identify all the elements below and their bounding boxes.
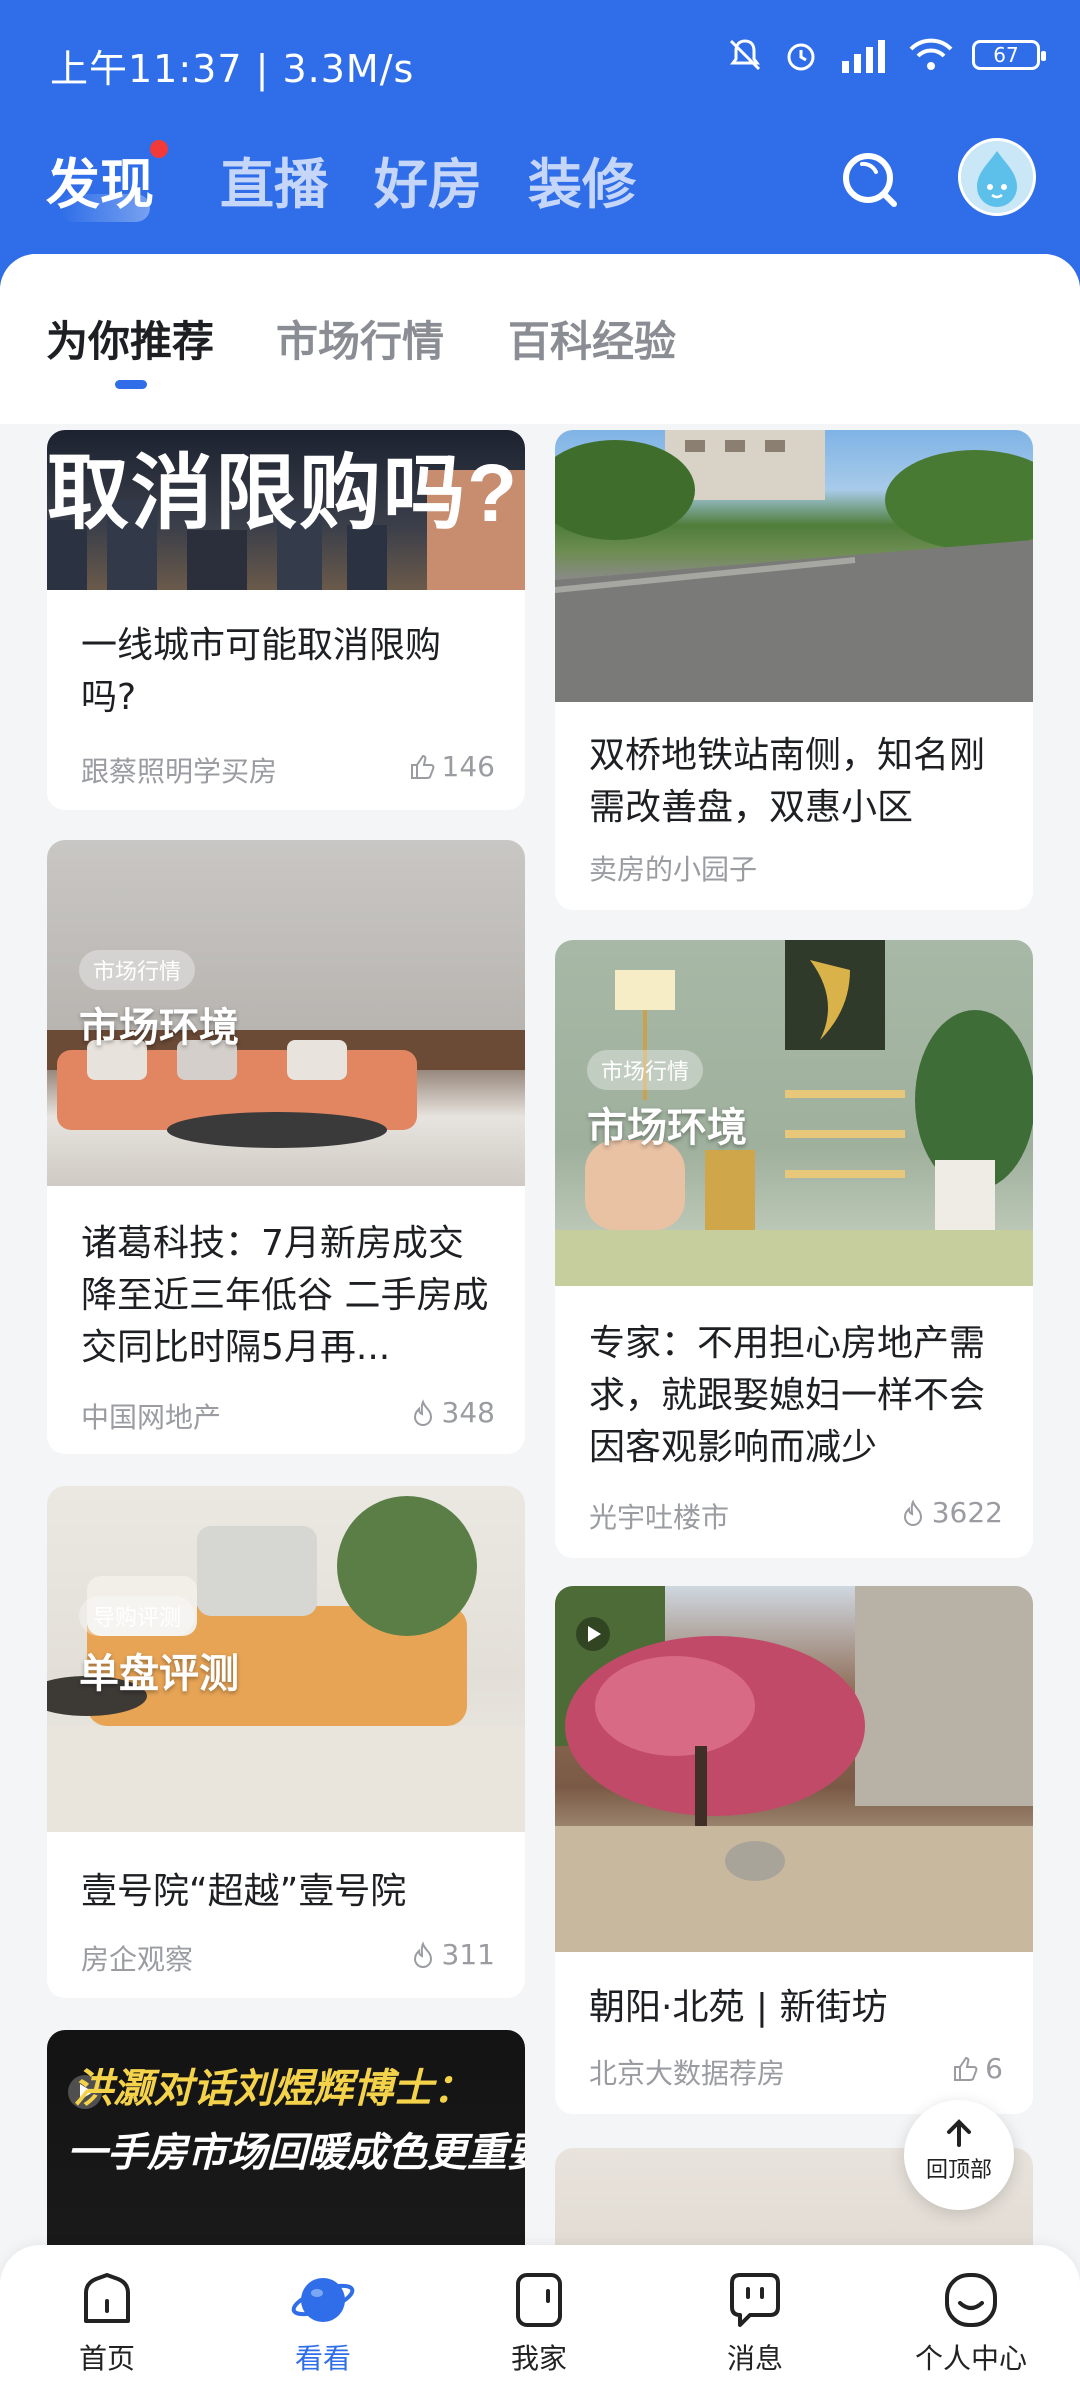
sub-tab-bar: 为你推荐 市场行情 百科经验	[0, 254, 1080, 424]
tab-discover[interactable]: 发现	[46, 140, 154, 219]
card-title: 双桥地铁站南侧，知名刚需改善盘，双惠小区	[589, 735, 986, 828]
card-title: 一线城市可能取消限购吗?	[81, 625, 442, 718]
card-source: 光宇吐楼市	[589, 1501, 730, 1534]
nav-messages[interactable]: 消息	[680, 2271, 830, 2377]
smile-face-icon	[945, 2273, 997, 2327]
card-image	[555, 1586, 1033, 1952]
mute-bell-icon	[729, 39, 761, 71]
nav-profile-label: 个人中心	[914, 2342, 1027, 2375]
card-likes: 3622	[900, 1496, 1003, 1529]
tab-live[interactable]: 直播	[220, 140, 328, 219]
thumb-up-icon	[410, 754, 434, 779]
likes-count: 348	[441, 1396, 495, 1429]
search-icon[interactable]	[838, 148, 904, 214]
video-play-icon	[576, 1617, 610, 1651]
nav-watch-label: 看看	[294, 2342, 351, 2375]
door-icon	[516, 2273, 562, 2327]
card-image: 市场行情 市场环境	[555, 940, 1033, 1286]
chat-bubble-icon	[730, 2273, 780, 2327]
image-headline: 取消限购吗?	[47, 448, 520, 539]
feed-card[interactable]: 朝阳·北苑 | 新街坊 北京大数据荐房 6	[555, 1586, 1033, 2114]
nav-profile[interactable]: 个人中心	[896, 2271, 1046, 2377]
flame-icon	[413, 1398, 432, 1426]
avatar[interactable]	[958, 138, 1036, 216]
card-source: 跟蔡照明学买房	[81, 755, 278, 788]
likes-count: 3622	[931, 1496, 1003, 1529]
nav-my-home-label: 我家	[510, 2342, 567, 2375]
card-likes: 146	[408, 750, 495, 783]
signal-icon	[842, 40, 885, 73]
category-tag: 市场行情	[79, 950, 196, 990]
wifi-icon	[909, 38, 953, 70]
mascot-icon	[961, 141, 1033, 213]
sub-tab-recommend[interactable]: 为你推荐	[46, 308, 214, 369]
likes-count: 146	[441, 750, 495, 783]
card-title: 专家：不用担心房地产需求，就跟娶媳妇一样不会因客观影响而减少	[589, 1323, 986, 1468]
content-sheet: 为你推荐 市场行情 百科经验 取消限购吗? 一线城市可能取消限购吗? 跟蔡照明学…	[0, 254, 1080, 2400]
blossom-tree-photo	[555, 1586, 1033, 1952]
category-title: 市场环境	[79, 1005, 239, 1051]
category-title: 单盘评测	[79, 1651, 239, 1697]
card-title: 朝阳·北苑 | 新街坊	[589, 1987, 888, 2028]
feed-card[interactable]: 双桥地铁站南侧，知名刚需改善盘，双惠小区 卖房的小园子	[555, 430, 1033, 910]
card-image: 导购评测 单盘评测	[47, 1486, 525, 1832]
thumb-up-icon	[954, 2056, 978, 2081]
flame-icon	[903, 1498, 922, 1526]
back-to-top-button[interactable]: 回顶部	[904, 2100, 1014, 2210]
notification-dot	[150, 140, 168, 158]
nav-home-label: 首页	[78, 2342, 135, 2375]
nav-watch[interactable]: 看看	[248, 2271, 398, 2377]
street-photo	[555, 430, 1033, 702]
alarm-icon	[787, 43, 815, 71]
nav-my-home[interactable]: 我家	[464, 2271, 614, 2377]
category-tag: 导购评测	[79, 1596, 196, 1636]
card-source: 房企观察	[81, 1943, 194, 1976]
category-tag: 市场行情	[587, 1050, 704, 1090]
card-likes: 6	[951, 2052, 1003, 2085]
back-to-top-label: 回顶部	[925, 2158, 992, 2183]
home-icon	[84, 2273, 130, 2323]
feed-card[interactable]: 导购评测 单盘评测 壹号院“超越”壹号院 房企观察 311	[47, 1486, 525, 1998]
card-image: 市场行情 市场环境	[47, 840, 525, 1186]
status-bar: 上午11:37 | 3.3M/s 67	[0, 0, 1080, 125]
video-headline-line1: 洪灏对话刘煜辉博士：	[73, 2066, 473, 2112]
bottom-nav: 首页 看看 我家 消息 个人中心	[0, 2245, 1080, 2400]
card-likes: 311	[410, 1938, 495, 1971]
arrow-up-icon	[947, 2119, 971, 2147]
planet-icon	[291, 2278, 355, 2322]
card-title: 诸葛科技：7月新房成交降至近三年低谷 二手房成交同比时隔5月再...	[81, 1223, 489, 1368]
card-image: 取消限购吗?	[47, 430, 525, 590]
status-time: 上午11:37 | 3.3M/s	[50, 47, 415, 91]
category-title: 市场环境	[587, 1105, 747, 1151]
sub-tab-market[interactable]: 市场行情	[276, 308, 444, 369]
feed-card[interactable]: 市场行情 市场环境 诸葛科技：7月新房成交降至近三年低谷 二手房成交同比时隔5月…	[47, 840, 525, 1454]
flame-icon	[413, 1940, 432, 1968]
likes-count: 311	[441, 1938, 495, 1971]
card-source: 卖房的小园子	[589, 853, 758, 886]
card-source: 中国网地产	[81, 1401, 222, 1434]
video-headline-line2: 一手房市场回暖成色更重要	[67, 2130, 525, 2176]
nav-messages-label: 消息	[726, 2342, 783, 2375]
nav-home[interactable]: 首页	[32, 2271, 182, 2377]
feed-card[interactable]: 取消限购吗? 一线城市可能取消限购吗? 跟蔡照明学买房 146	[47, 430, 525, 810]
tab-good-homes[interactable]: 好房	[374, 140, 482, 219]
card-image	[555, 430, 1033, 702]
sub-tab-indicator	[115, 380, 147, 389]
sub-tab-wiki[interactable]: 百科经验	[508, 308, 676, 369]
card-source: 北京大数据荐房	[589, 2057, 786, 2090]
top-nav: 发现 直播 好房 装修	[0, 130, 1080, 250]
feed-card[interactable]: 市场行情 市场环境 专家：不用担心房地产需求，就跟娶媳妇一样不会因客观影响而减少…	[555, 940, 1033, 1558]
card-likes: 348	[410, 1396, 495, 1429]
tab-decoration[interactable]: 装修	[528, 140, 636, 219]
card-title: 壹号院“超越”壹号院	[81, 1871, 407, 1912]
battery-icon: 67	[972, 40, 1046, 70]
status-icons: 67	[726, 36, 1046, 74]
likes-count: 6	[985, 2052, 1003, 2085]
